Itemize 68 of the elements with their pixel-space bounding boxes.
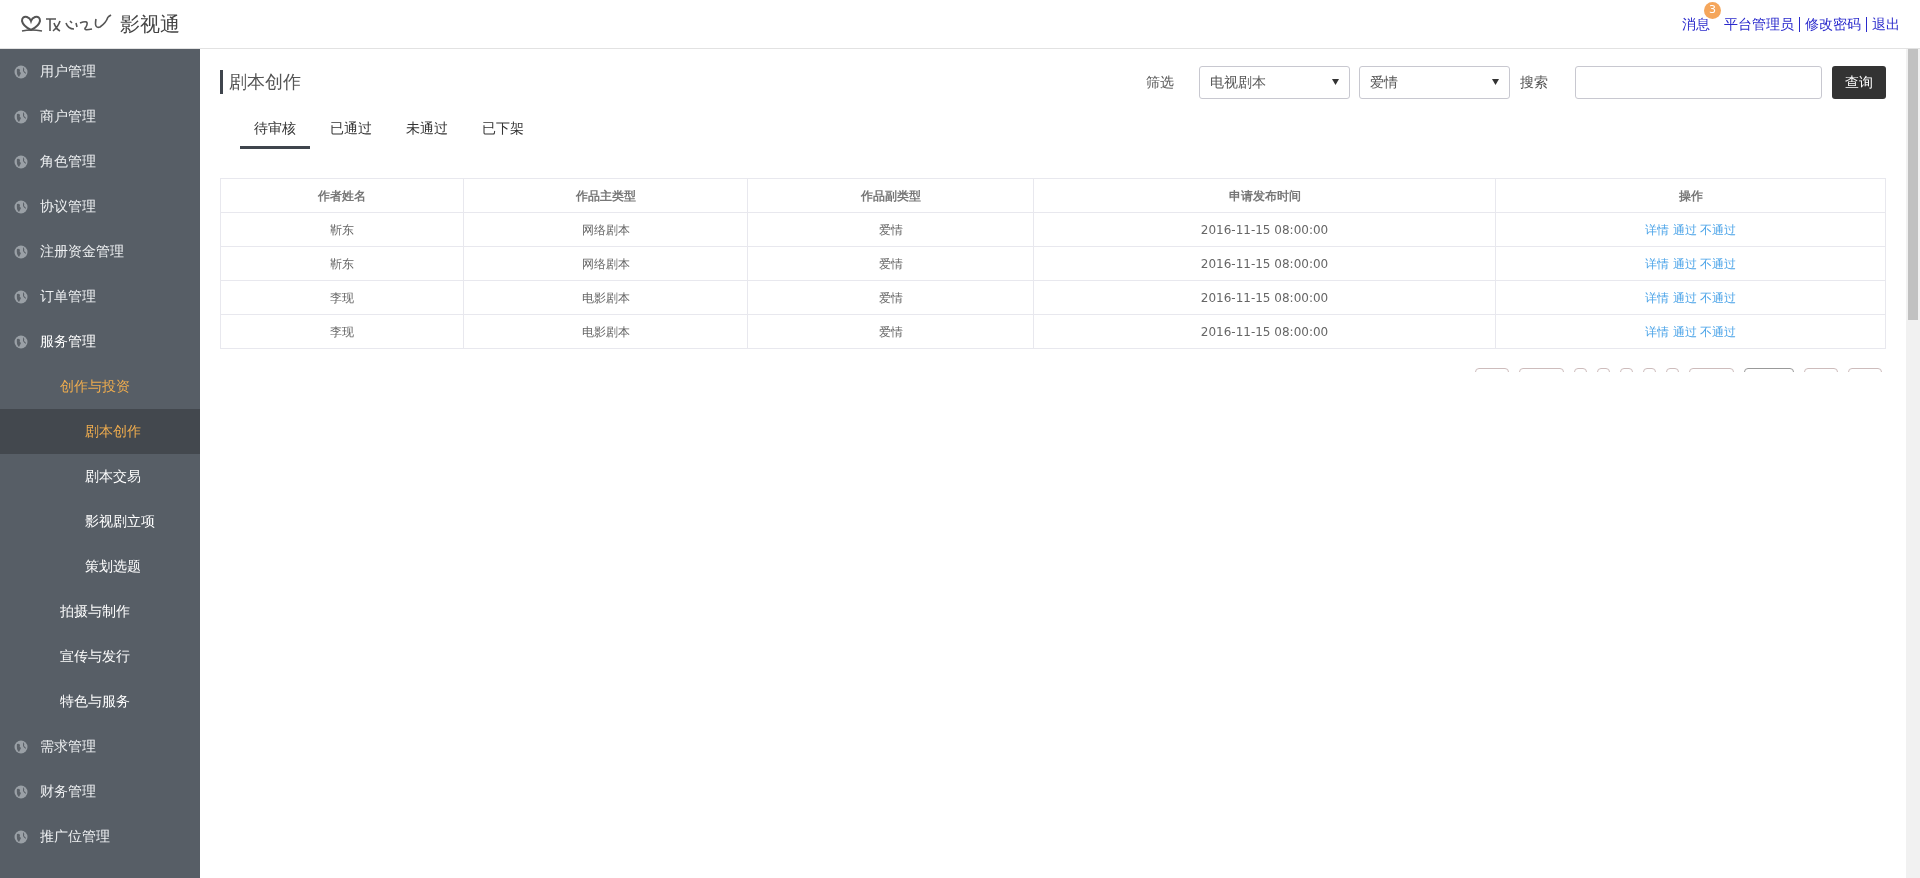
globe-icon (14, 784, 28, 799)
sidebar-item[interactable]: 需求管理 (0, 724, 200, 769)
column-header: 作品主类型 (463, 178, 748, 213)
search-field[interactable] (1575, 65, 1822, 99)
globe-icon (14, 154, 28, 169)
sidebar-item[interactable]: 服务管理 (0, 319, 200, 364)
sidebar-subitem[interactable]: 策划选题 (0, 544, 200, 589)
table-cell: 李现 (220, 314, 464, 349)
table-cell: 电影剧本 (463, 280, 748, 315)
table-cell: 靳东 (220, 212, 464, 247)
column-header: 操作 (1495, 178, 1886, 213)
caret-icon (1332, 79, 1339, 85)
table-cell: 网络剧本 (463, 212, 748, 247)
table-cell: 靳东 (220, 246, 464, 281)
table-cell: 电影剧本 (463, 314, 748, 349)
sidebar-item[interactable]: 角色管理 (0, 139, 200, 184)
sidebar-subitem[interactable]: 剧本交易 (0, 454, 200, 499)
globe-icon (14, 829, 28, 844)
sidebar-subitem[interactable]: 剧本创作 (0, 409, 200, 454)
globe-icon (14, 289, 28, 304)
query-button[interactable]: 查询 (1832, 65, 1886, 99)
sidebar-item[interactable]: 推广位管理 (0, 814, 200, 859)
genre-select[interactable]: 爱情 (1359, 65, 1510, 99)
column-header: 申请发布时间 (1033, 178, 1496, 213)
header-link[interactable]: 修改密码 (1805, 13, 1861, 35)
tab[interactable]: 待审核 (240, 111, 310, 149)
globe-icon (14, 244, 28, 259)
globe-icon (14, 109, 28, 124)
sidebar-item[interactable]: 注册资金管理 (0, 229, 200, 274)
globe-icon (14, 739, 28, 754)
sidebar-subitem[interactable]: 创作与投资 (0, 364, 200, 409)
table-cell: 爱情 (747, 212, 1034, 247)
table-cell: 2016-11-15 08:00:00 (1033, 212, 1496, 247)
caret-icon (1492, 79, 1499, 85)
filter-label: 筛选 (1146, 72, 1174, 92)
tab[interactable]: 已下架 (468, 111, 538, 149)
message-count-badge: 3 (1704, 1, 1721, 19)
search-label: 搜索 (1520, 72, 1548, 92)
scrollbar[interactable] (1906, 49, 1920, 878)
sidebar-subitem[interactable]: 特色与服务 (0, 679, 200, 724)
table-cell: 网络剧本 (463, 246, 748, 281)
globe-icon (14, 334, 28, 349)
header-link[interactable]: 平台管理员 (1724, 13, 1794, 35)
sidebar-subitem[interactable]: 影视剧立项 (0, 499, 200, 544)
table-cell: 2016-11-15 08:00:00 (1033, 314, 1496, 349)
sidebar-item[interactable]: 财务管理 (0, 769, 200, 814)
table-cell: 2016-11-15 08:00:00 (1033, 280, 1496, 315)
sidebar-subitem[interactable]: 宣传与发行 (0, 634, 200, 679)
globe-icon (14, 64, 28, 79)
table-cell: 2016-11-15 08:00:00 (1033, 246, 1496, 281)
table-cell: 爱情 (747, 314, 1034, 349)
sidebar-subitem[interactable]: 拍摄与制作 (0, 589, 200, 634)
table-cell: 爱情 (747, 280, 1034, 315)
column-header: 作者姓名 (220, 178, 464, 213)
tab[interactable]: 未通过 (392, 111, 462, 149)
table-cell: 爱情 (747, 246, 1034, 281)
table-cell: 李现 (220, 280, 464, 315)
sidebar-item[interactable]: 订单管理 (0, 274, 200, 319)
tab[interactable]: 已通过 (316, 111, 386, 149)
column-header: 作品副类型 (747, 178, 1034, 213)
type-select[interactable]: 电视剧本 (1199, 65, 1350, 99)
sidebar-item[interactable]: 用户管理 (0, 49, 200, 94)
header-link[interactable]: 退出 (1872, 13, 1900, 35)
globe-icon (14, 199, 28, 214)
sidebar-item[interactable]: 商户管理 (0, 94, 200, 139)
app-title: 影视通 (120, 11, 180, 38)
page-title: 剧本创作 (220, 70, 301, 94)
sidebar-item[interactable]: 协议管理 (0, 184, 200, 229)
